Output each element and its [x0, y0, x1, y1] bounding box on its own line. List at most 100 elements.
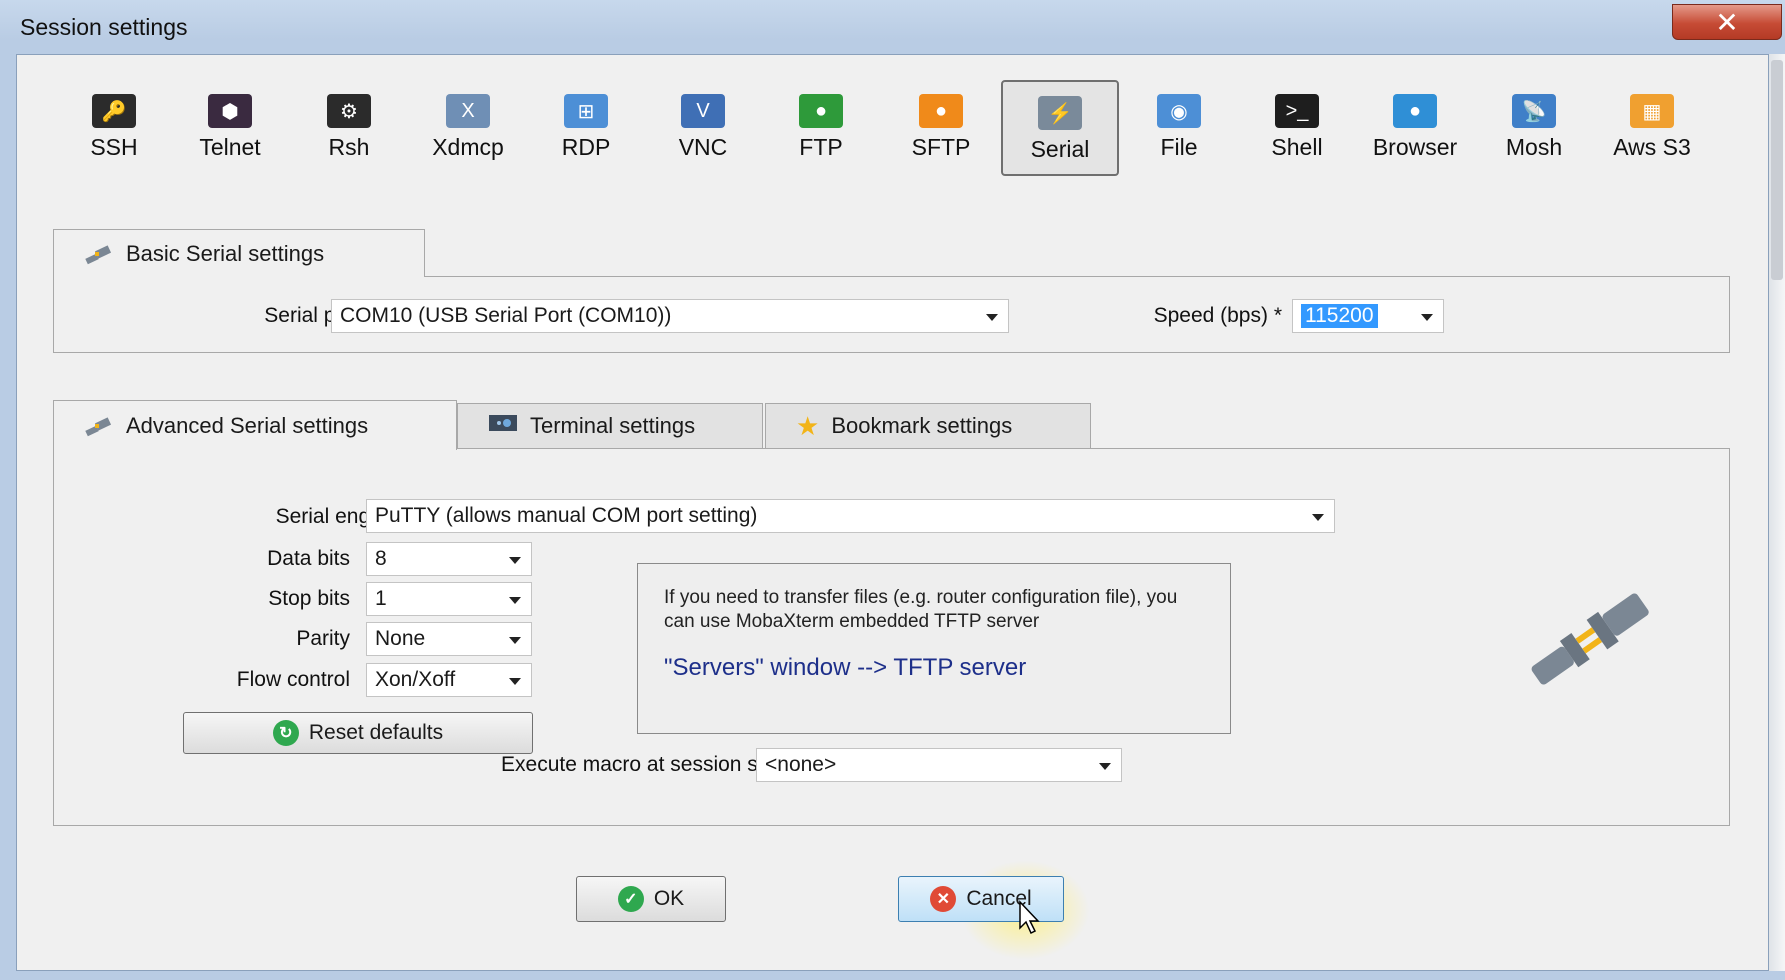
tab-terminal-settings[interactable]: Terminal settings: [457, 403, 763, 449]
rsh-icon: ⚙: [327, 94, 371, 128]
session-settings-window: Session settings ✕ 🔑 SSH ⬢ Telnet ⚙ Rsh X Xdmcp…: [0, 0, 1785, 980]
star-icon: ★: [796, 410, 820, 441]
title-bar[interactable]: Session settings ✕: [0, 0, 1785, 54]
speed-value: 115200: [1301, 304, 1378, 328]
tab-label: Advanced Serial settings: [126, 412, 369, 438]
serial-plug-illustration-icon: [1514, 584, 1664, 699]
session-type-label: Mosh: [1505, 134, 1563, 160]
session-type-label: Aws S3: [1613, 134, 1691, 160]
refresh-icon: ↻: [272, 720, 299, 746]
data-bits-value: 8: [375, 547, 387, 570]
reset-defaults-button[interactable]: ↻ Reset defaults: [183, 712, 533, 754]
parity-value: None: [375, 627, 426, 650]
parity-label: Parity: [296, 627, 350, 650]
window-title: Session settings: [20, 14, 188, 40]
tab-label: Bookmark settings: [831, 413, 1013, 438]
plug-icon: [84, 414, 114, 438]
aws-s3-icon: ▦: [1630, 94, 1674, 128]
session-type-sftp[interactable]: ● SFTP: [882, 80, 1000, 176]
session-type-rdp[interactable]: ⊞ RDP: [527, 80, 645, 176]
flow-control-select[interactable]: Xon/Xoff: [366, 663, 532, 697]
stop-bits-value: 1: [375, 587, 387, 610]
chevron-down-icon: [509, 637, 521, 644]
close-icon: ✕: [1715, 6, 1739, 38]
parity-select[interactable]: None: [366, 622, 532, 656]
tftp-info-box: If you need to transfer files (e.g. rout…: [637, 563, 1231, 734]
flow-control-label: Flow control: [236, 668, 350, 691]
session-type-mosh[interactable]: 📡 Mosh: [1475, 80, 1593, 176]
session-type-label: Rsh: [328, 134, 370, 160]
plug-icon: [84, 242, 114, 266]
chevron-down-icon: [509, 557, 521, 564]
session-type-file[interactable]: ◉ File: [1120, 80, 1238, 176]
macro-label: Execute macro at session start:: [501, 753, 794, 776]
file-monitor-icon: ◉: [1157, 94, 1201, 128]
serial-plug-icon: ⚡: [1038, 96, 1082, 130]
rdp-icon: ⊞: [564, 94, 608, 128]
speed-label: Speed (bps) *: [1153, 304, 1282, 327]
session-type-browser[interactable]: ● Browser: [1356, 80, 1474, 176]
mouse-pointer-icon: [1018, 900, 1044, 941]
macro-value: <none>: [765, 753, 837, 776]
data-bits-select[interactable]: 8: [366, 542, 532, 576]
tftp-info-text: If you need to transfer files (e.g. rout…: [664, 587, 1178, 632]
ftp-globe-icon: ●: [799, 94, 843, 128]
chevron-down-icon: [1099, 763, 1111, 770]
serial-port-select[interactable]: COM10 (USB Serial Port (COM10)): [331, 299, 1009, 333]
vnc-icon: V: [681, 94, 725, 128]
serial-engine-value: PuTTY (allows manual COM port setting): [375, 504, 758, 527]
session-type-shell[interactable]: >_ Shell: [1238, 80, 1356, 176]
session-type-aws-s3[interactable]: ▦ Aws S3: [1593, 80, 1711, 176]
serial-engine-select[interactable]: PuTTY (allows manual COM port setting): [366, 499, 1335, 533]
session-type-ssh[interactable]: 🔑 SSH: [55, 80, 173, 176]
chevron-down-icon: [509, 597, 521, 604]
data-bits-label: Data bits: [267, 547, 350, 570]
close-button[interactable]: ✕: [1672, 4, 1782, 40]
reset-defaults-label: Reset defaults: [308, 721, 444, 744]
xdmcp-icon: X: [446, 94, 490, 128]
cancel-x-icon: ✕: [930, 886, 957, 912]
serial-port-value: COM10 (USB Serial Port (COM10)): [340, 304, 672, 327]
browser-globe-icon: ●: [1393, 94, 1437, 128]
session-type-label: SFTP: [911, 134, 971, 160]
session-type-label: SSH: [90, 134, 138, 160]
stop-bits-select[interactable]: 1: [366, 582, 532, 616]
chevron-down-icon: [1312, 514, 1324, 521]
session-type-label: File: [1160, 134, 1198, 160]
basic-settings-panel: Serial port * COM10 (USB Serial Port (CO…: [53, 276, 1730, 353]
terminal-settings-icon: [488, 413, 518, 439]
session-type-rsh[interactable]: ⚙ Rsh: [290, 80, 408, 176]
session-type-serial[interactable]: ⚡ Serial: [1001, 80, 1119, 176]
tab-basic-serial-settings[interactable]: Basic Serial settings: [53, 229, 425, 277]
telnet-icon: ⬢: [208, 94, 252, 128]
tab-advanced-serial-settings[interactable]: Advanced Serial settings: [53, 400, 457, 450]
session-type-label: Shell: [1271, 134, 1323, 160]
session-type-telnet[interactable]: ⬢ Telnet: [171, 80, 289, 176]
speed-select[interactable]: 115200: [1292, 299, 1444, 333]
mosh-satellite-icon: 📡: [1512, 94, 1556, 128]
session-type-label: Serial: [1030, 136, 1090, 162]
macro-select[interactable]: <none>: [756, 748, 1122, 782]
ok-button[interactable]: ✓ OK: [576, 876, 726, 922]
session-type-vnc[interactable]: V VNC: [644, 80, 762, 176]
tab-bookmark-settings[interactable]: ★ Bookmark settings: [765, 403, 1091, 449]
chevron-down-icon: [509, 678, 521, 685]
scrollbar-thumb[interactable]: [1771, 60, 1783, 280]
session-type-xdmcp[interactable]: X Xdmcp: [409, 80, 527, 176]
session-type-label: RDP: [561, 134, 611, 160]
session-type-label: FTP: [799, 134, 843, 160]
shell-terminal-icon: >_: [1275, 94, 1319, 128]
sftp-globe-icon: ●: [919, 94, 963, 128]
key-icon: 🔑: [92, 94, 136, 128]
ok-label: OK: [653, 887, 685, 910]
session-type-label: Browser: [1372, 134, 1458, 160]
chevron-down-icon: [986, 314, 998, 321]
session-type-ftp[interactable]: ● FTP: [762, 80, 880, 176]
tftp-server-link[interactable]: "Servers" window --> TFTP server: [664, 654, 1204, 682]
tab-label: Terminal settings: [530, 413, 696, 438]
stop-bits-label: Stop bits: [268, 587, 350, 610]
session-type-label: Xdmcp: [432, 134, 504, 160]
session-type-label: VNC: [678, 134, 728, 160]
flow-control-value: Xon/Xoff: [375, 668, 456, 691]
serial-engine-label: Serial engine:: [275, 505, 404, 528]
